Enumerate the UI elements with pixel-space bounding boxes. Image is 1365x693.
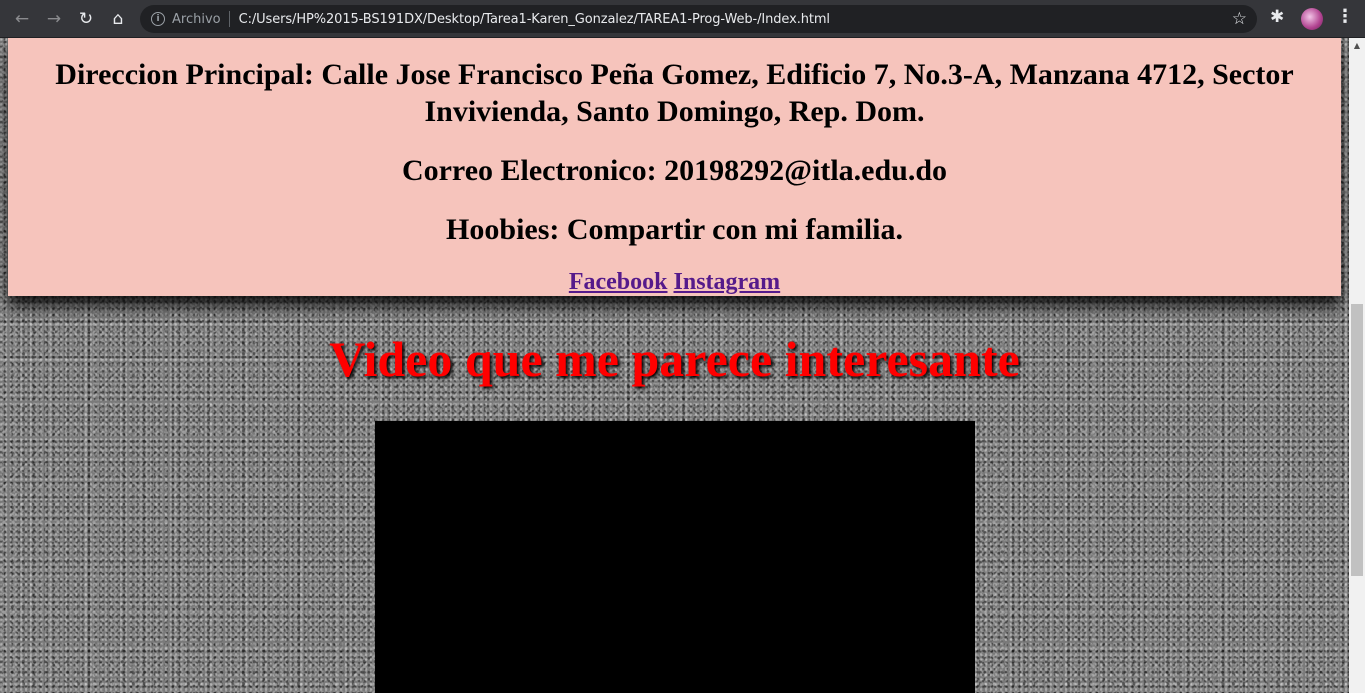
reload-button[interactable]: ↻ bbox=[70, 3, 102, 35]
origin-label: Archivo bbox=[172, 11, 221, 27]
browser-toolbar: ← → ↻ ⌂ i Archivo C:/Users/HP%2015-BS191… bbox=[0, 0, 1365, 38]
reload-icon: ↻ bbox=[78, 8, 94, 29]
forward-arrow-icon: → bbox=[46, 8, 62, 29]
home-button[interactable]: ⌂ bbox=[102, 3, 134, 35]
video-section-heading: Video que me parece interesante bbox=[329, 331, 1020, 387]
forward-button[interactable]: → bbox=[38, 3, 70, 35]
vertical-scrollbar[interactable]: ▲ bbox=[1349, 38, 1365, 693]
address-heading: Direccion Principal: Calle Jose Francisc… bbox=[55, 58, 1294, 128]
url-text[interactable]: C:/Users/HP%2015-BS191DX/Desktop/Tarea1-… bbox=[239, 12, 830, 27]
address-bar[interactable]: i Archivo C:/Users/HP%2015-BS191DX/Deskt… bbox=[140, 5, 1257, 33]
back-button[interactable]: ← bbox=[6, 3, 38, 35]
video-player[interactable] bbox=[375, 421, 975, 693]
email-heading: Correo Electronico: 20198292@itla.edu.do bbox=[401, 154, 948, 187]
contact-info-card: Direccion Principal: Calle Jose Francisc… bbox=[8, 38, 1341, 296]
home-icon: ⌂ bbox=[112, 8, 124, 29]
profile-avatar[interactable] bbox=[1301, 8, 1323, 30]
scroll-up-arrow-icon[interactable]: ▲ bbox=[1349, 38, 1365, 54]
back-arrow-icon: ← bbox=[14, 8, 30, 29]
omnibox-divider bbox=[228, 11, 230, 27]
bookmark-star-icon[interactable]: ☆ bbox=[1232, 9, 1247, 29]
hobbies-heading: Hoobies: Compartir con mi familia. bbox=[446, 213, 903, 246]
kebab-menu-icon[interactable]: ⋮ bbox=[1336, 6, 1354, 27]
page-viewport: Direccion Principal: Calle Jose Francisc… bbox=[0, 38, 1349, 693]
scrollbar-thumb[interactable] bbox=[1351, 304, 1363, 576]
extensions-puzzle-icon[interactable]: ✱ bbox=[1270, 7, 1284, 27]
social-links: Facebook Instagram bbox=[8, 267, 1341, 297]
info-glyph: i bbox=[156, 14, 160, 24]
instagram-link[interactable]: Instagram bbox=[674, 269, 781, 295]
facebook-link[interactable]: Facebook bbox=[569, 269, 668, 295]
site-info-icon[interactable]: i bbox=[151, 12, 165, 26]
